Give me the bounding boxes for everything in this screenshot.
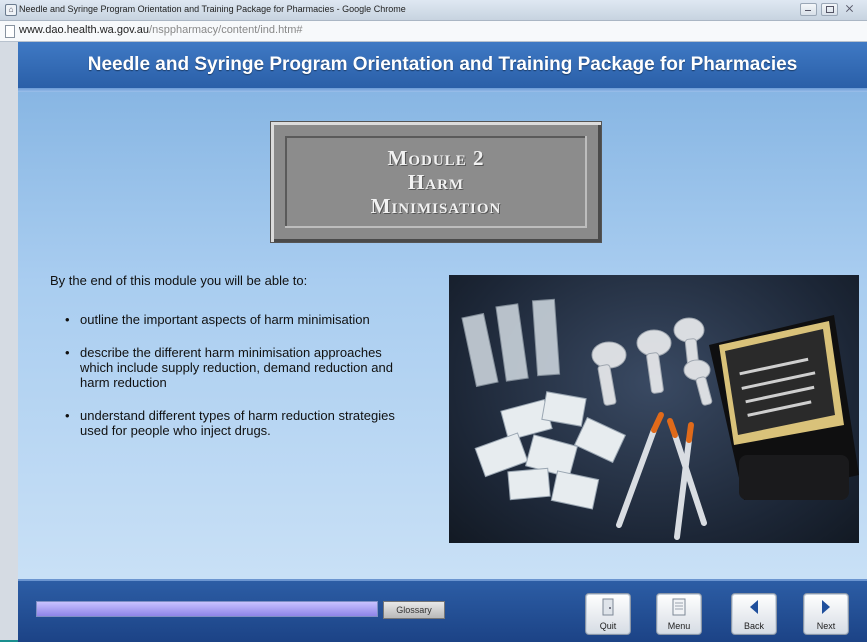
header-divider: [18, 88, 867, 92]
progress-bar: [36, 601, 378, 617]
module-title-plaque: Module 2 Harm Minimisation: [271, 122, 601, 242]
glossary-button[interactable]: Glossary: [383, 601, 445, 619]
progress-fill: [37, 602, 377, 616]
minimize-button[interactable]: [800, 3, 817, 16]
back-button[interactable]: Back: [731, 593, 777, 635]
next-label: Next: [816, 621, 836, 631]
browser-window: ⌂ Needle and Syringe Program Orientation…: [0, 0, 867, 642]
close-button[interactable]: [842, 3, 857, 14]
sachet-icon: [474, 391, 627, 510]
title-bar: ⌂ Needle and Syringe Program Orientation…: [0, 0, 867, 21]
objective-item: understand different types of harm reduc…: [65, 408, 410, 438]
window-controls: [800, 3, 857, 16]
url-text[interactable]: www.dao.health.wa.gov.au/nsppharmacy/con…: [19, 24, 303, 36]
page-menu-icon: [657, 598, 701, 616]
course-page: Needle and Syringe Program Orientation a…: [18, 42, 867, 642]
quit-label: Quit: [599, 621, 617, 631]
module-number: Module 2: [387, 146, 485, 170]
objective-item: outline the important aspects of harm mi…: [65, 312, 410, 327]
module-title-line-2: Minimisation: [370, 194, 502, 218]
app-icon: ⌂: [5, 4, 17, 16]
back-label: Back: [743, 621, 764, 631]
navigation-footer: Glossary Quit Menu Back Next: [18, 579, 867, 642]
url-host: www.dao.health.wa.gov.au: [19, 24, 150, 36]
address-bar[interactable]: www.dao.health.wa.gov.au/nsppharmacy/con…: [0, 21, 867, 42]
window-title: Needle and Syringe Program Orientation a…: [19, 4, 406, 14]
module-title-line-1: Harm: [407, 170, 465, 194]
harm-reduction-equipment-photo: [449, 275, 859, 543]
arrow-left-icon: [732, 598, 776, 616]
arrow-right-icon: [804, 598, 848, 616]
page-title: Needle and Syringe Program Orientation a…: [18, 42, 867, 88]
objectives-intro: By the end of this module you will be ab…: [50, 273, 308, 288]
door-icon: [586, 598, 630, 616]
page-icon: [5, 25, 15, 38]
next-button[interactable]: Next: [803, 593, 849, 635]
objective-item: describe the different harm minimisation…: [65, 345, 410, 390]
maximize-button[interactable]: [821, 3, 838, 16]
quit-button[interactable]: Quit: [585, 593, 631, 635]
objectives-list: outline the important aspects of harm mi…: [65, 312, 410, 456]
url-path: /nsppharmacy/content/ind.htm#: [149, 24, 303, 36]
menu-button[interactable]: Menu: [656, 593, 702, 635]
menu-label: Menu: [667, 621, 691, 631]
